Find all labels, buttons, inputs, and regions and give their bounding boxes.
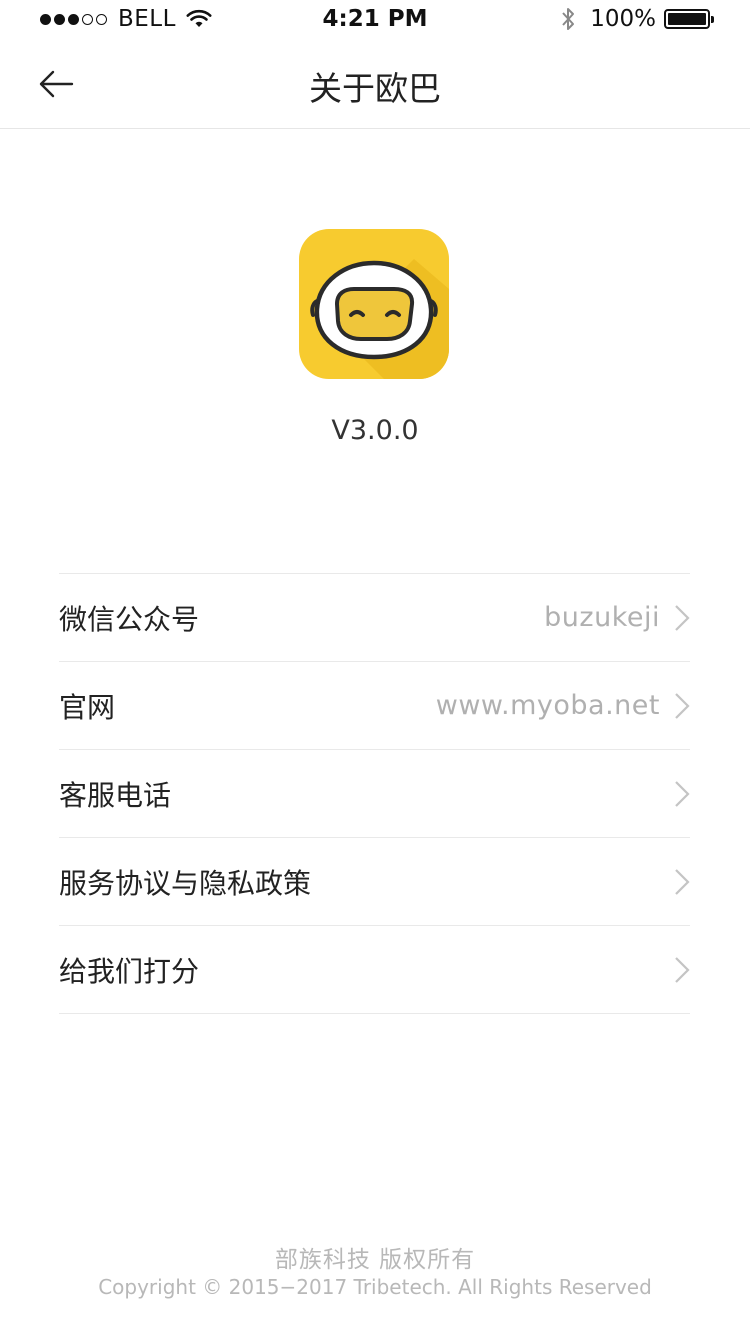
menu-item-agreement-privacy[interactable]: 服务协议与隐私政策 xyxy=(59,838,690,926)
chevron-right-icon xyxy=(675,780,690,807)
app-logo xyxy=(299,229,449,379)
menu-item-label: 客服电话 xyxy=(59,778,172,812)
battery-percent: 100% xyxy=(590,6,656,32)
chevron-right-icon xyxy=(675,868,690,895)
menu-item-rate-us[interactable]: 给我们打分 xyxy=(59,926,690,1014)
status-right: 100% xyxy=(560,6,714,32)
chevron-right-icon xyxy=(675,604,690,631)
status-bar: BELL 4:21 PM 100% xyxy=(0,0,750,40)
menu-item-value: buzukeji xyxy=(544,602,660,633)
app-version: V3.0.0 xyxy=(331,415,419,446)
menu-item-wechat[interactable]: 微信公众号 buzukeji xyxy=(59,574,690,662)
menu-item-label: 官网 xyxy=(59,690,116,724)
bluetooth-icon xyxy=(562,8,575,30)
footer-copyright: Copyright © 2015−2017 Tribetech. All Rig… xyxy=(98,1275,652,1299)
menu-item-service-phone[interactable]: 客服电话 xyxy=(59,750,690,838)
oba-helmet-logo-icon xyxy=(299,229,449,379)
chevron-right-icon xyxy=(675,692,690,719)
nav-bar: 关于欧巴 xyxy=(0,40,750,129)
menu-item-label: 给我们打分 xyxy=(59,954,200,988)
page-title: 关于欧巴 xyxy=(309,69,441,108)
battery-icon xyxy=(664,9,714,29)
footer-company: 部族科技 版权所有 xyxy=(274,1247,476,1273)
menu-item-label: 服务协议与隐私政策 xyxy=(59,866,312,900)
menu-item-label: 微信公众号 xyxy=(59,602,200,636)
menu-item-website[interactable]: 官网 www.myoba.net xyxy=(59,662,690,750)
chevron-right-icon xyxy=(675,956,690,983)
menu-list: 微信公众号 buzukeji 官网 www.myoba.net 客服电话 服务协… xyxy=(59,573,690,1014)
menu-item-value: www.myoba.net xyxy=(435,690,660,721)
